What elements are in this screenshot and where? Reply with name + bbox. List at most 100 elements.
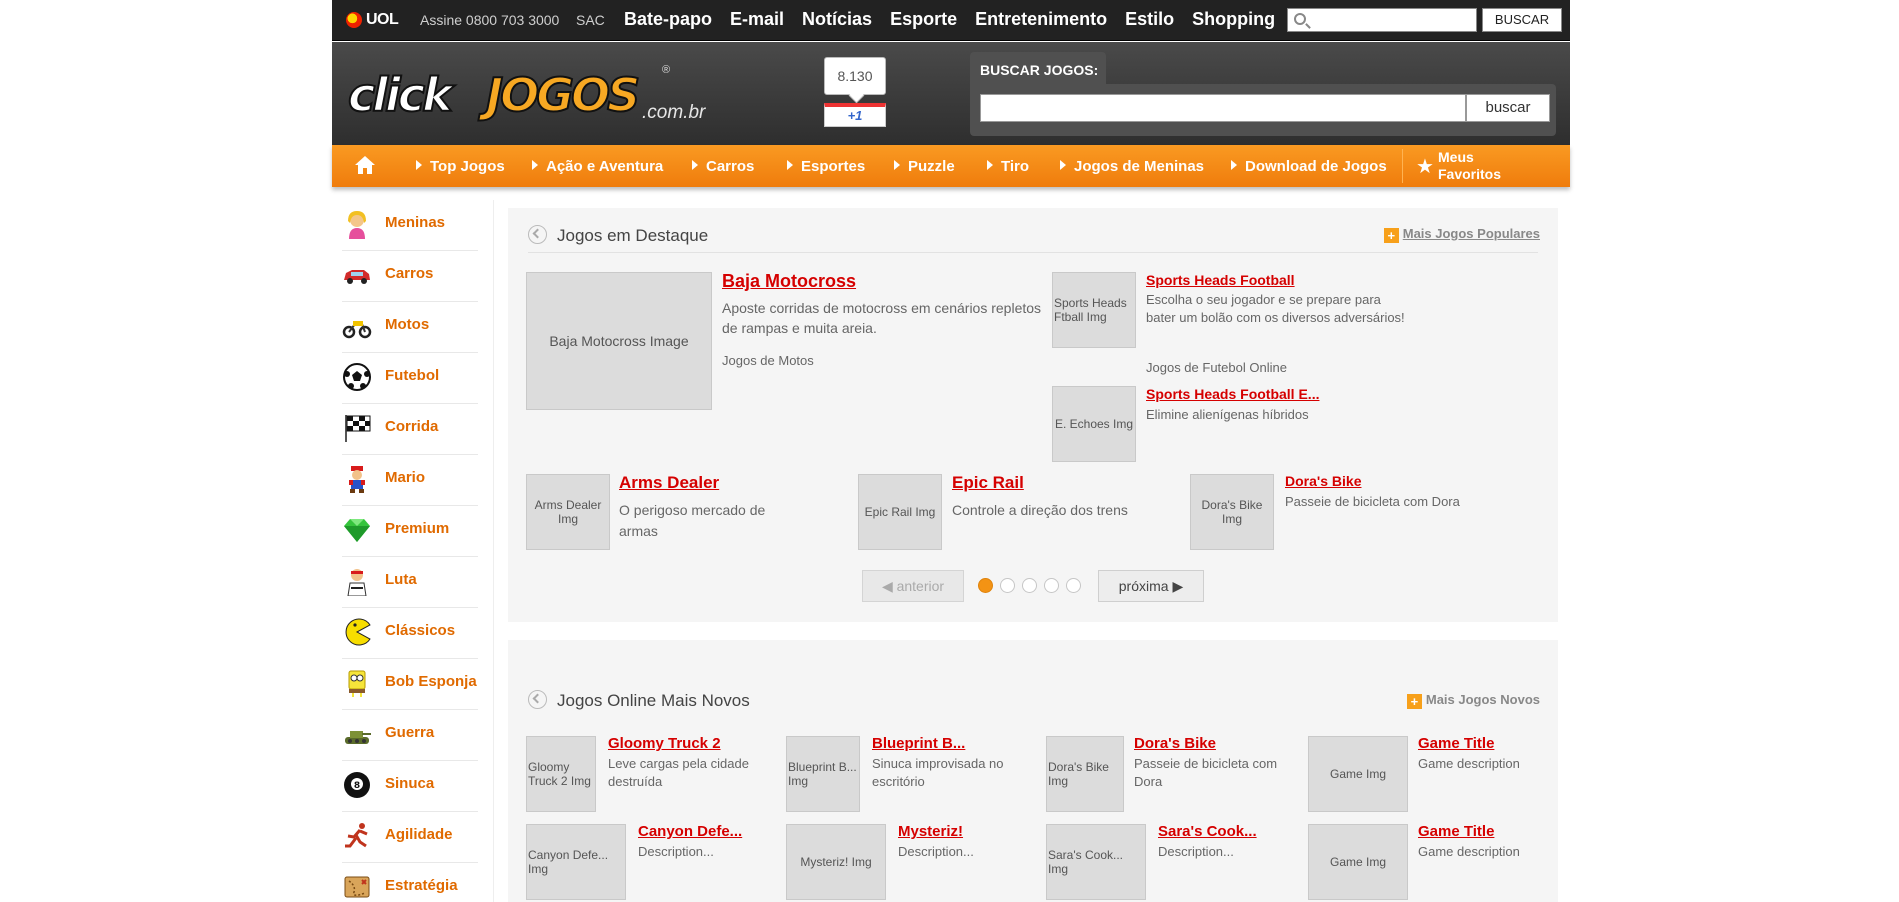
uol-menu-item-noticias[interactable]: Notícias	[802, 9, 872, 30]
game-search-input[interactable]	[980, 94, 1466, 122]
nav-arrow-icon	[1060, 160, 1066, 170]
sidebar-category-label: Carros	[385, 265, 434, 282]
sidebar-category-meninas[interactable]: Meninas	[342, 200, 478, 251]
new-game-image-8[interactable]: Game Img	[1308, 824, 1408, 900]
uol-menu-item-estilo[interactable]: Estilo	[1125, 9, 1174, 30]
new-game-image-1[interactable]: Gloomy Truck 2 Img	[526, 736, 596, 812]
sidebar-category-mario[interactable]: Mario	[342, 455, 478, 506]
pager-dot-4[interactable]	[1044, 578, 1059, 593]
new-game-desc-5: Description...	[638, 844, 714, 859]
nav-top-jogos[interactable]: Top Jogos	[416, 158, 505, 175]
new-game-desc-4: Game description	[1418, 756, 1520, 771]
game-search-button[interactable]: buscar	[1466, 94, 1550, 122]
sidebar-category-bob-esponja[interactable]: Bob Esponja	[342, 659, 478, 710]
new-game-title-5[interactable]: Canyon Defe...	[638, 823, 742, 840]
featured-main-image[interactable]: Baja Motocross Image	[526, 272, 712, 410]
featured-main-desc: Aposte corridas de motocross em cenários…	[722, 300, 1042, 336]
sidebar-category-label: Estratégia	[385, 877, 458, 894]
new-game-title-6[interactable]: Mysteriz!	[898, 823, 963, 840]
uol-search-button[interactable]: BUSCAR	[1482, 8, 1562, 32]
sidebar-category-guerra[interactable]: Guerra	[342, 710, 478, 761]
featured-row-image-1[interactable]: Arms Dealer Img	[526, 474, 610, 550]
gplus-button[interactable]: +1	[824, 103, 886, 127]
uol-assine-link[interactable]: Assine 0800 703 3000	[420, 12, 559, 28]
featured-side-category-1[interactable]: Jogos de Futebol Online	[1146, 360, 1287, 375]
new-game-image-2[interactable]: Blueprint B... Img	[786, 736, 860, 812]
uol-sac-link[interactable]: SAC	[576, 12, 605, 28]
home-icon[interactable]	[354, 155, 376, 177]
new-game-title-8[interactable]: Game Title	[1418, 823, 1494, 840]
nav-meus-favoritos[interactable]: ★ Meus Favoritos	[1402, 149, 1544, 183]
sidebar-category-corrida[interactable]: Corrida	[342, 404, 478, 455]
nav-jogos-meninas[interactable]: Jogos de Meninas	[1060, 158, 1204, 175]
nav-divider	[1402, 149, 1403, 183]
sidebar-category-sinuca[interactable]: 8 Sinuca	[342, 761, 478, 812]
uol-logo[interactable]: UOL	[346, 11, 399, 29]
featured-side-image-2[interactable]: E. Echoes Img	[1052, 386, 1136, 462]
uol-search-box	[1287, 8, 1477, 32]
new-game-title-1[interactable]: Gloomy Truck 2	[608, 735, 721, 752]
new-game-image-6[interactable]: Mysteriz! Img	[786, 824, 886, 900]
uol-menu-item-entretenimento[interactable]: Entretenimento	[975, 9, 1107, 30]
featured-side-image-1[interactable]: Sports Heads Ftball Img	[1052, 272, 1136, 348]
new-game-image-3[interactable]: Dora's Bike Img	[1046, 736, 1124, 812]
sidebar-category-carros[interactable]: Carros	[342, 251, 478, 302]
nav-acao-aventura[interactable]: Ação e Aventura	[532, 158, 663, 175]
new-game-title-3[interactable]: Dora's Bike	[1134, 735, 1216, 752]
featured-row-image-2[interactable]: Epic Rail Img	[858, 474, 942, 550]
circle-arrow-icon	[528, 225, 547, 244]
more-new-link[interactable]: + Mais Jogos Novos	[1406, 692, 1540, 709]
car-icon	[342, 260, 372, 290]
previous-button[interactable]: ◀ anterior	[862, 570, 964, 602]
uol-menu-item-email[interactable]: E-mail	[730, 9, 784, 30]
map-icon	[342, 872, 372, 902]
new-game-image-4[interactable]: Game Img	[1308, 736, 1408, 812]
google-plus-widget: 8.130 +1	[824, 57, 886, 127]
newest-title-text: Jogos Online Mais Novos	[557, 691, 750, 710]
uol-menu-item-esporte[interactable]: Esporte	[890, 9, 957, 30]
new-game-title-7[interactable]: Sara's Cook...	[1158, 823, 1257, 840]
pager-dot-3[interactable]	[1022, 578, 1037, 593]
featured-side-title-1[interactable]: Sports Heads Football	[1146, 272, 1295, 288]
new-game-title-2[interactable]: Blueprint B...	[872, 735, 965, 752]
more-popular-link[interactable]: + Mais Jogos Populares	[1383, 226, 1540, 243]
sidebar-category-cl-ssicos[interactable]: Clássicos	[342, 608, 478, 659]
nav-tiro[interactable]: Tiro	[987, 158, 1029, 175]
nav-puzzle[interactable]: Puzzle	[894, 158, 955, 175]
soccer-ball-icon	[342, 362, 372, 392]
uol-menu-item-shopping[interactable]: Shopping	[1192, 9, 1275, 30]
featured-row-desc-2: Controle a direção dos trens	[952, 502, 1128, 518]
clickjogos-logo[interactable]: click JOGOS ® .com.br	[346, 64, 716, 126]
sidebar-category-estrat-gia[interactable]: Estratégia	[342, 863, 478, 902]
new-game-image-7[interactable]: Sara's Cook... Img	[1046, 824, 1146, 900]
pager-dot-1[interactable]	[978, 578, 993, 593]
featured-row-title-3[interactable]: Dora's Bike	[1285, 473, 1361, 489]
page-container: UOL Assine 0800 703 3000 SAC Bate-papo E…	[332, 0, 1570, 902]
featured-row-title-2[interactable]: Epic Rail	[952, 473, 1024, 493]
uol-menu-item-bate-papo[interactable]: Bate-papo	[624, 9, 712, 30]
featured-main-category[interactable]: Jogos de Motos	[722, 353, 814, 368]
pager-dot-5[interactable]	[1066, 578, 1081, 593]
sidebar-category-motos[interactable]: Motos	[342, 302, 478, 353]
sidebar-category-agilidade[interactable]: Agilidade	[342, 812, 478, 863]
featured-row-title-1[interactable]: Arms Dealer	[619, 473, 719, 493]
sidebar-category-futebol[interactable]: Futebol	[342, 353, 478, 404]
uol-search-input[interactable]	[1314, 11, 1472, 29]
more-popular-text: Mais Jogos Populares	[1402, 226, 1540, 241]
plus-icon: +	[1406, 694, 1422, 709]
checkered-flag-icon	[342, 413, 372, 443]
pager-dot-2[interactable]	[1000, 578, 1015, 593]
sidebar-category-luta[interactable]: Luta	[342, 557, 478, 608]
circle-arrow-icon	[528, 690, 547, 709]
nav-esportes[interactable]: Esportes	[787, 158, 865, 175]
next-button[interactable]: próxima ▶	[1098, 570, 1204, 602]
featured-row-image-3[interactable]: Dora's Bike Img	[1190, 474, 1274, 550]
new-game-image-5[interactable]: Canyon Defe... Img	[526, 824, 626, 900]
sidebar-category-premium[interactable]: Premium	[342, 506, 478, 557]
nav-download-jogos[interactable]: Download de Jogos	[1231, 158, 1387, 175]
nav-carros[interactable]: Carros	[692, 158, 754, 175]
new-game-title-4[interactable]: Game Title	[1418, 735, 1494, 752]
featured-main-title[interactable]: Baja Motocross	[722, 271, 856, 292]
sidebar-category-label: Futebol	[385, 367, 440, 384]
featured-side-title-2[interactable]: Sports Heads Football E...	[1146, 386, 1319, 402]
